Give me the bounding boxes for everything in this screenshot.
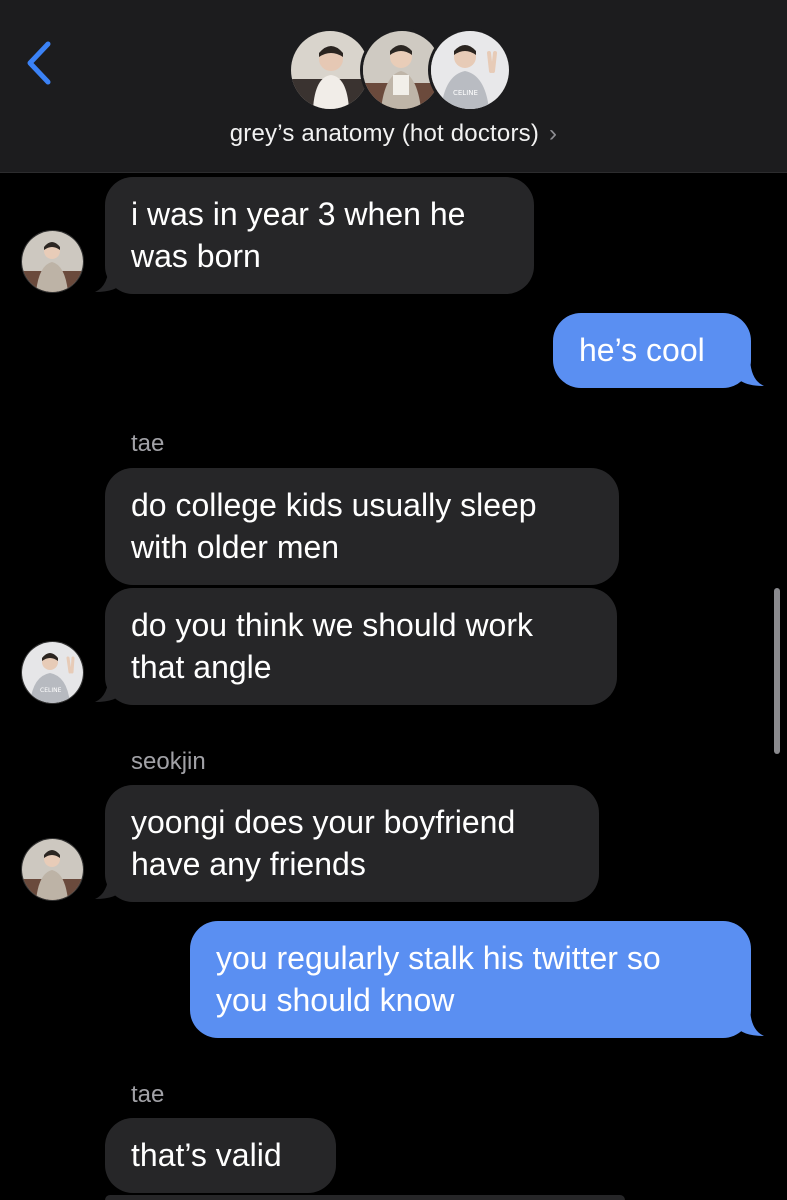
svg-text:CELINE: CELINE	[453, 89, 478, 97]
group-avatars[interactable]: CELINE	[288, 28, 512, 112]
scrollbar[interactable]	[774, 588, 780, 754]
chevron-right-icon: ›	[549, 120, 558, 147]
message-bubble[interactable]: do you think we should work that angle	[105, 588, 617, 705]
avatar[interactable]	[21, 838, 84, 901]
avatar[interactable]: CELINE	[21, 641, 84, 704]
conversation-header: CELINE grey’s anatomy (hot doctors) ›	[0, 0, 787, 173]
svg-text:CELINE: CELINE	[40, 687, 62, 694]
message-bubble[interactable]: that’s valid	[105, 1118, 336, 1193]
sender-name: tae	[131, 1081, 165, 1108]
message-bubble-partial	[105, 1195, 625, 1200]
avatar: CELINE	[428, 28, 512, 112]
message-bubble[interactable]: he’s cool	[553, 313, 751, 388]
message-bubble[interactable]: you regularly stalk his twitter so you s…	[190, 921, 751, 1038]
message-bubble[interactable]: yoongi does your boyfriend have any frie…	[105, 785, 599, 902]
chevron-left-icon	[27, 41, 51, 85]
group-name-link[interactable]: grey’s anatomy (hot doctors) ›	[0, 120, 787, 148]
back-button[interactable]	[20, 38, 60, 88]
sender-name: seokjin	[131, 748, 206, 775]
avatar[interactable]	[21, 230, 84, 293]
message-bubble[interactable]: do college kids usually sleep with older…	[105, 468, 619, 585]
sender-name: tae	[131, 430, 165, 457]
message-bubble[interactable]: i was in year 3 when he was born	[105, 177, 534, 294]
group-name: grey’s anatomy (hot doctors)	[229, 120, 540, 147]
